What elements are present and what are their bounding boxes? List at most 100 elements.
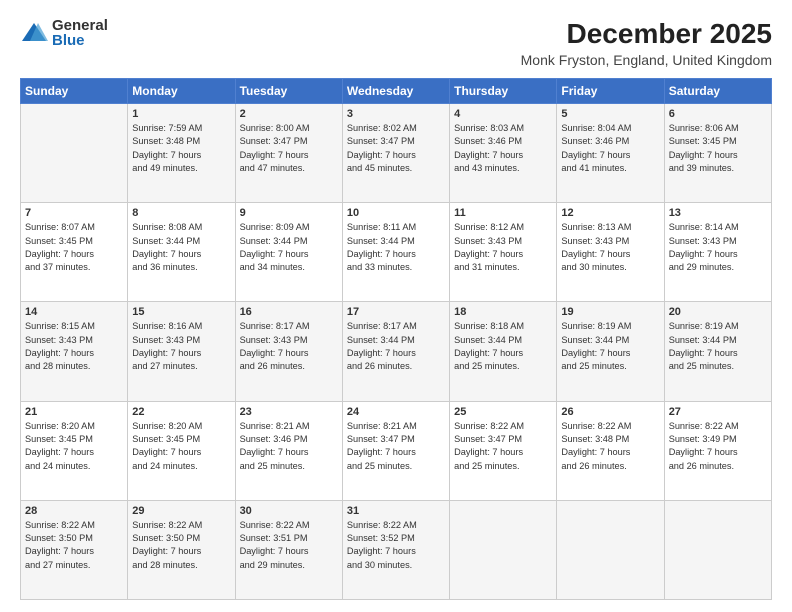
day-number: 26 [561, 406, 659, 418]
calendar-week-row: 21 Sunrise: 8:20 AM Sunset: 3:45 PM Dayli… [21, 401, 772, 500]
logo-general: General [52, 18, 108, 33]
day-number: 7 [25, 207, 123, 219]
calendar-cell: 25 Sunrise: 8:22 AM Sunset: 3:47 PM Dayli… [450, 401, 557, 500]
month-title: December 2025 [521, 18, 772, 50]
day-header: Friday [557, 79, 664, 104]
day-info: Sunrise: 8:19 AM Sunset: 3:44 PM Dayligh… [669, 320, 767, 373]
calendar-cell [664, 500, 771, 599]
calendar-cell: 19Sunrise: 8:19 AM Sunset: 3:44 PM Dayli… [557, 302, 664, 401]
day-number: 29 [132, 505, 230, 517]
calendar-week-row: 7Sunrise: 8:07 AM Sunset: 3:45 PM Daylig… [21, 203, 772, 302]
day-number: 14 [25, 306, 123, 318]
calendar-week-row: 1Sunrise: 7:59 AM Sunset: 3:48 PM Daylig… [21, 104, 772, 203]
day-info: Sunrise: 8:22 AM Sunset: 3:50 PM Dayligh… [132, 519, 230, 572]
day-info: Sunrise: 8:22 AM Sunset: 3:48 PM Dayligh… [561, 420, 659, 473]
day-number: 5 [561, 108, 659, 120]
day-number: 1 [132, 108, 230, 120]
calendar-cell: 27 Sunrise: 8:22 AM Sunset: 3:49 PM Dayli… [664, 401, 771, 500]
calendar-cell: 13 Sunrise: 8:14 AM Sunset: 3:43 PM Dayli… [664, 203, 771, 302]
day-info: Sunrise: 8:20 AM Sunset: 3:45 PM Dayligh… [132, 420, 230, 473]
logo: General Blue [20, 18, 108, 48]
day-number: 24 [347, 406, 445, 418]
calendar-cell: 1Sunrise: 7:59 AM Sunset: 3:48 PM Daylig… [128, 104, 235, 203]
calendar-cell: 24 Sunrise: 8:21 AM Sunset: 3:47 PM Dayli… [342, 401, 449, 500]
day-number: 3 [347, 108, 445, 120]
calendar-cell: 29 Sunrise: 8:22 AM Sunset: 3:50 PM Dayli… [128, 500, 235, 599]
day-header: Monday [128, 79, 235, 104]
logo-blue: Blue [52, 33, 108, 48]
calendar-cell [557, 500, 664, 599]
day-header: Saturday [664, 79, 771, 104]
page: General Blue December 2025 Monk Fryston,… [0, 0, 792, 612]
day-info: Sunrise: 8:13 AM Sunset: 3:43 PM Dayligh… [561, 221, 659, 274]
day-number: 8 [132, 207, 230, 219]
calendar-cell: 16Sunrise: 8:17 AM Sunset: 3:43 PM Dayli… [235, 302, 342, 401]
calendar-cell: 22 Sunrise: 8:20 AM Sunset: 3:45 PM Dayli… [128, 401, 235, 500]
day-info: Sunrise: 8:09 AM Sunset: 3:44 PM Dayligh… [240, 221, 338, 274]
header: General Blue December 2025 Monk Fryston,… [20, 18, 772, 68]
day-info: Sunrise: 8:19 AM Sunset: 3:44 PM Dayligh… [561, 320, 659, 373]
day-info: Sunrise: 8:22 AM Sunset: 3:52 PM Dayligh… [347, 519, 445, 572]
day-number: 21 [25, 406, 123, 418]
calendar-cell: 6 Sunrise: 8:06 AM Sunset: 3:45 PM Daylig… [664, 104, 771, 203]
calendar-cell: 11Sunrise: 8:12 AM Sunset: 3:43 PM Dayli… [450, 203, 557, 302]
day-info: Sunrise: 8:03 AM Sunset: 3:46 PM Dayligh… [454, 122, 552, 175]
day-header: Sunday [21, 79, 128, 104]
day-number: 15 [132, 306, 230, 318]
calendar-cell: 31 Sunrise: 8:22 AM Sunset: 3:52 PM Dayli… [342, 500, 449, 599]
calendar-cell: 18 Sunrise: 8:18 AM Sunset: 3:44 PM Dayli… [450, 302, 557, 401]
day-info: Sunrise: 8:21 AM Sunset: 3:47 PM Dayligh… [347, 420, 445, 473]
day-header: Thursday [450, 79, 557, 104]
day-info: Sunrise: 8:12 AM Sunset: 3:43 PM Dayligh… [454, 221, 552, 274]
logo-text: General Blue [52, 18, 108, 48]
calendar-cell: 23 Sunrise: 8:21 AM Sunset: 3:46 PM Dayli… [235, 401, 342, 500]
calendar-cell: 9Sunrise: 8:09 AM Sunset: 3:44 PM Daylig… [235, 203, 342, 302]
day-number: 27 [669, 406, 767, 418]
day-number: 23 [240, 406, 338, 418]
calendar-cell: 12 Sunrise: 8:13 AM Sunset: 3:43 PM Dayli… [557, 203, 664, 302]
calendar-week-row: 14Sunrise: 8:15 AM Sunset: 3:43 PM Dayli… [21, 302, 772, 401]
calendar-cell: 15 Sunrise: 8:16 AM Sunset: 3:43 PM Dayli… [128, 302, 235, 401]
calendar-cell: 17Sunrise: 8:17 AM Sunset: 3:44 PM Dayli… [342, 302, 449, 401]
day-number: 18 [454, 306, 552, 318]
calendar-header-row: SundayMondayTuesdayWednesdayThursdayFrid… [21, 79, 772, 104]
day-info: Sunrise: 8:08 AM Sunset: 3:44 PM Dayligh… [132, 221, 230, 274]
day-number: 13 [669, 207, 767, 219]
calendar-cell: 3Sunrise: 8:02 AM Sunset: 3:47 PM Daylig… [342, 104, 449, 203]
calendar-cell: 8 Sunrise: 8:08 AM Sunset: 3:44 PM Daylig… [128, 203, 235, 302]
calendar-cell: 4 Sunrise: 8:03 AM Sunset: 3:46 PM Daylig… [450, 104, 557, 203]
day-number: 12 [561, 207, 659, 219]
day-info: Sunrise: 8:00 AM Sunset: 3:47 PM Dayligh… [240, 122, 338, 175]
calendar-cell: 21 Sunrise: 8:20 AM Sunset: 3:45 PM Dayli… [21, 401, 128, 500]
day-info: Sunrise: 8:22 AM Sunset: 3:49 PM Dayligh… [669, 420, 767, 473]
day-number: 28 [25, 505, 123, 517]
day-info: Sunrise: 8:20 AM Sunset: 3:45 PM Dayligh… [25, 420, 123, 473]
day-number: 31 [347, 505, 445, 517]
calendar-cell [21, 104, 128, 203]
day-number: 6 [669, 108, 767, 120]
day-number: 25 [454, 406, 552, 418]
day-info: Sunrise: 8:17 AM Sunset: 3:44 PM Dayligh… [347, 320, 445, 373]
day-info: Sunrise: 8:17 AM Sunset: 3:43 PM Dayligh… [240, 320, 338, 373]
logo-icon [20, 19, 48, 47]
day-number: 22 [132, 406, 230, 418]
day-number: 10 [347, 207, 445, 219]
day-info: Sunrise: 8:22 AM Sunset: 3:47 PM Dayligh… [454, 420, 552, 473]
day-info: Sunrise: 8:14 AM Sunset: 3:43 PM Dayligh… [669, 221, 767, 274]
calendar-cell: 10Sunrise: 8:11 AM Sunset: 3:44 PM Dayli… [342, 203, 449, 302]
title-block: December 2025 Monk Fryston, England, Uni… [521, 18, 772, 68]
day-info: Sunrise: 8:21 AM Sunset: 3:46 PM Dayligh… [240, 420, 338, 473]
calendar: SundayMondayTuesdayWednesdayThursdayFrid… [20, 78, 772, 600]
day-header: Wednesday [342, 79, 449, 104]
day-info: Sunrise: 8:16 AM Sunset: 3:43 PM Dayligh… [132, 320, 230, 373]
day-info: Sunrise: 8:18 AM Sunset: 3:44 PM Dayligh… [454, 320, 552, 373]
calendar-cell: 7Sunrise: 8:07 AM Sunset: 3:45 PM Daylig… [21, 203, 128, 302]
calendar-cell: 26 Sunrise: 8:22 AM Sunset: 3:48 PM Dayli… [557, 401, 664, 500]
day-number: 30 [240, 505, 338, 517]
calendar-cell: 20Sunrise: 8:19 AM Sunset: 3:44 PM Dayli… [664, 302, 771, 401]
day-header: Tuesday [235, 79, 342, 104]
location: Monk Fryston, England, United Kingdom [521, 52, 772, 68]
day-number: 4 [454, 108, 552, 120]
day-info: Sunrise: 8:06 AM Sunset: 3:45 PM Dayligh… [669, 122, 767, 175]
calendar-week-row: 28 Sunrise: 8:22 AM Sunset: 3:50 PM Dayli… [21, 500, 772, 599]
